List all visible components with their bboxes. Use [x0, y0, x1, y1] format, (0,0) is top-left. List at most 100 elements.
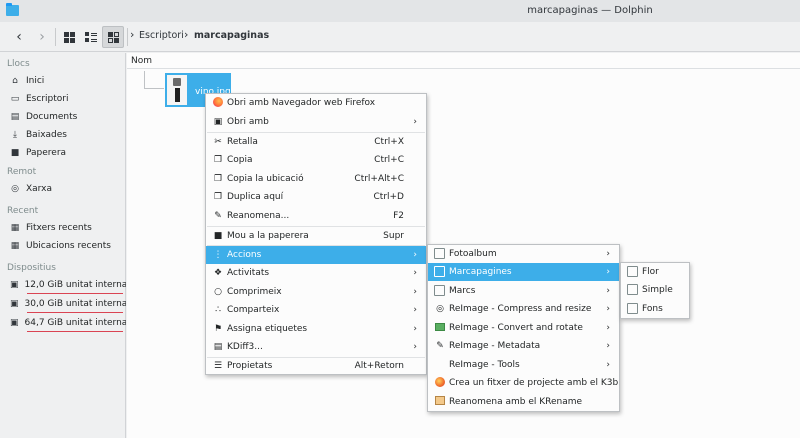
menu-item-share[interactable]: ∴ Comparteix ›	[206, 301, 426, 319]
menu-item-assign-tags[interactable]: ⚑ Assigna etiquetes ›	[206, 320, 426, 338]
actions-submenu: Fotoalbum › Marcapagines › Marcs › ◎ ReI…	[427, 244, 620, 412]
downloads-icon: ⤓	[13, 130, 17, 140]
section-title-dispositius: Dispositius	[7, 263, 56, 273]
menu-item-copy[interactable]: ❐ Copia Ctrl+C	[206, 151, 426, 169]
kdiff3-icon: ▤	[213, 342, 223, 352]
menu-item-actions[interactable]: ⋮ Accions ›	[206, 246, 426, 264]
window-title: marcapaginas — Dolphin	[527, 5, 653, 16]
drive-usage-underline	[27, 312, 123, 313]
chevron-right-icon: ›	[413, 250, 417, 260]
sidebar-item-paperera[interactable]: ■ Paperera	[10, 145, 126, 161]
chevron-right-icon: ›	[413, 342, 417, 352]
menu-item-kdiff3[interactable]: ▤ KDiff3... ›	[206, 338, 426, 356]
menu-item-fotoalbum[interactable]: Fotoalbum ›	[428, 245, 619, 263]
menu-item-reimage-tools[interactable]: ReImage - Tools ›	[428, 356, 619, 374]
forward-button[interactable]: ›	[31, 26, 53, 48]
details-view-icon	[107, 31, 119, 43]
copy-location-icon: ❐	[213, 174, 223, 184]
section-title-recent: Recent	[7, 206, 39, 216]
menu-item-simple[interactable]: Simple	[621, 281, 689, 299]
duplicate-icon: ❐	[213, 192, 223, 202]
shortcut-label: Ctrl+Alt+C	[354, 174, 404, 184]
titlebar: marcapaginas — Dolphin	[0, 0, 800, 22]
checkbox-icon	[434, 266, 445, 277]
share-icon: ∴	[215, 305, 221, 315]
shortcut-label: F2	[393, 211, 404, 221]
copy-icon: ❐	[213, 155, 223, 165]
chevron-right-icon: ›	[606, 323, 610, 333]
sidebar-item-ubicacions-recents[interactable]: ▦ Ubicacions recents	[10, 238, 126, 254]
shortcut-label: Ctrl+D	[373, 192, 405, 202]
chevron-right-icon: ›	[606, 249, 610, 259]
menu-item-rename[interactable]: ✎ Reanomena... F2	[206, 207, 426, 225]
menu-item-properties[interactable]: ☰ Propietats Alt+Retorn	[206, 357, 426, 375]
chevron-right-icon: ›	[606, 341, 610, 351]
home-icon: ⌂	[12, 76, 18, 86]
shortcut-label: Ctrl+C	[374, 155, 404, 165]
menu-item-open-firefox[interactable]: Obri amb Navegador web Firefox	[206, 94, 426, 112]
recent-files-icon: ▦	[10, 223, 20, 233]
sidebar-item-drive-64gib[interactable]: ▣64,7 GiB unitat interna (sdb	[10, 315, 126, 331]
drive-usage-underline	[27, 293, 123, 294]
menu-item-reimage-metadata[interactable]: ✎ ReImage - Metadata ›	[428, 337, 619, 355]
tree-connector	[144, 71, 164, 89]
menu-item-copy-location[interactable]: ❐ Copia la ubicació Ctrl+Alt+C	[206, 170, 426, 188]
icons-view-icon	[63, 31, 75, 43]
menu-item-reimage-convert[interactable]: ReImage - Convert and rotate ›	[428, 319, 619, 337]
menu-item-cut[interactable]: ✂ Retalla Ctrl+X	[206, 133, 426, 151]
trash-icon: ■	[213, 231, 223, 241]
drive-usage-underline	[27, 331, 123, 332]
menu-item-duplicate[interactable]: ❐ Duplica aquí Ctrl+D	[206, 188, 426, 206]
drive-icon: ▣	[10, 318, 19, 328]
section-title-remot: Remot	[7, 167, 37, 177]
menu-item-open-with[interactable]: ▣ Obri amb ›	[206, 113, 426, 131]
sidebar-item-documents[interactable]: ▤ Documents	[10, 109, 126, 125]
marcapagines-submenu: Flor Simple Fons	[620, 262, 690, 319]
chevron-right-icon: ›	[413, 117, 417, 127]
sidebar-item-inici[interactable]: ⌂ Inici	[10, 73, 126, 89]
menu-item-flor[interactable]: Flor	[621, 263, 689, 281]
section-title-llocs: Llocs	[7, 59, 30, 69]
menu-item-compress[interactable]: ○ Comprimeix ›	[206, 283, 426, 301]
menu-item-marcapagines[interactable]: Marcapagines ›	[428, 263, 619, 281]
compress-icon: ○	[214, 287, 222, 297]
shortcut-label: Supr	[383, 231, 404, 241]
network-icon: ◎	[11, 184, 19, 194]
sidebar-item-drive-12gib[interactable]: ▣12,0 GiB unitat interna (sda	[10, 277, 126, 293]
menu-item-move-to-trash[interactable]: ■ Mou a la paperera Supr	[206, 227, 426, 245]
menu-item-fons[interactable]: Fons	[621, 300, 689, 318]
checkbox-icon	[627, 303, 638, 314]
menu-item-krename[interactable]: Reanomena amb el KRename	[428, 393, 619, 411]
back-button[interactable]: ‹	[8, 26, 30, 48]
compress-icon: ◎	[436, 304, 444, 314]
sidebar-item-baixades[interactable]: ⤓ Baixades	[10, 127, 126, 143]
sidebar-item-fitxers-recents[interactable]: ▦ Fitxers recents	[10, 220, 126, 236]
chevron-right-icon: ›	[413, 287, 417, 297]
menu-item-reimage-compress[interactable]: ◎ ReImage - Compress and resize ›	[428, 300, 619, 318]
icons-view-button[interactable]	[58, 26, 80, 48]
breadcrumb-item-escriptori[interactable]: Escriptori	[139, 30, 184, 41]
sidebar-item-drive-30gib[interactable]: ▣30,0 GiB unitat interna (sda	[10, 296, 126, 312]
menu-item-activities[interactable]: ❖ Activitats ›	[206, 264, 426, 282]
shortcut-label: Alt+Retorn	[354, 361, 404, 371]
menu-item-k3b-project[interactable]: Crea un fitxer de projecte amb el K3b	[428, 374, 619, 392]
breadcrumb-item-marcapaginas[interactable]: marcapaginas	[194, 30, 269, 41]
chevron-right-icon: ›	[606, 267, 610, 277]
breadcrumb-arrow-icon: ›	[130, 28, 135, 41]
sidebar-item-xarxa[interactable]: ◎ Xarxa	[10, 181, 126, 197]
firefox-icon	[213, 96, 223, 107]
chevron-right-icon: ›	[413, 305, 417, 315]
sidebar-item-escriptori[interactable]: ▭ Escriptori	[10, 91, 126, 107]
properties-icon: ☰	[213, 361, 223, 371]
cut-icon: ✂	[214, 137, 222, 147]
column-header-name[interactable]: Nom	[127, 53, 800, 69]
menu-item-marcs[interactable]: Marcs ›	[428, 282, 619, 300]
back-arrow-icon: ‹	[16, 29, 22, 45]
k3b-icon	[435, 376, 445, 387]
details-view-button[interactable]	[102, 26, 124, 48]
checkbox-icon	[627, 266, 638, 277]
chevron-right-icon: ›	[413, 268, 417, 278]
chevron-right-icon: ›	[606, 304, 610, 314]
trash-icon: ■	[10, 148, 20, 158]
compact-view-button[interactable]	[80, 26, 102, 48]
